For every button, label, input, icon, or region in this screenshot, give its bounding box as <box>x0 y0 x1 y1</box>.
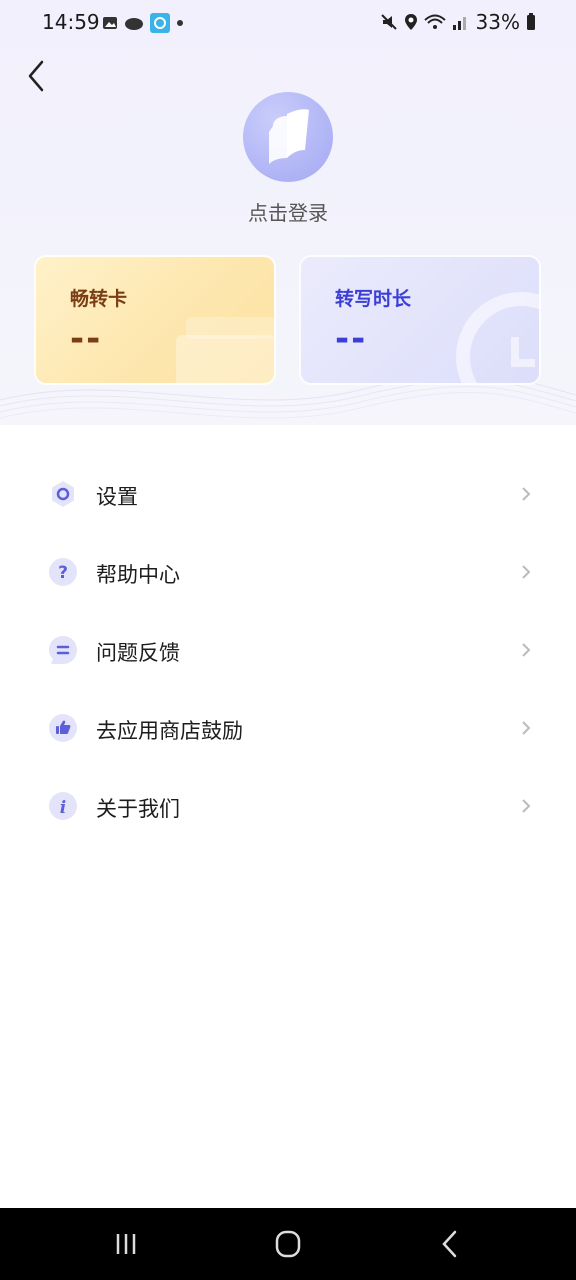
home-button[interactable] <box>268 1226 308 1262</box>
avatar[interactable] <box>243 92 333 182</box>
mute-icon <box>380 14 397 30</box>
settings-icon <box>52 481 74 507</box>
notification-icons <box>102 13 184 33</box>
system-nav-bar <box>0 1208 576 1280</box>
system-indicators: 33% <box>380 10 536 34</box>
menu-item-rate-app[interactable]: 去应用商店鼓励 <box>0 689 576 767</box>
cloud-icon <box>125 18 143 30</box>
nav-back-button[interactable] <box>430 1226 470 1262</box>
battery-percent: 33% <box>475 10 520 34</box>
chevron-right-icon <box>522 643 531 657</box>
menu-item-about[interactable]: i 关于我们 <box>0 767 576 845</box>
signal-icon <box>452 17 466 30</box>
app-logo-icon <box>269 109 309 164</box>
menu-item-feedback[interactable]: 问题反馈 <box>0 611 576 689</box>
recent-apps-button[interactable] <box>106 1226 146 1262</box>
menu-item-label: 关于我们 <box>96 797 180 821</box>
back-button[interactable] <box>22 58 52 94</box>
card-title: 畅转卡 <box>70 288 128 310</box>
chevron-right-icon <box>522 487 531 501</box>
status-time: 14:59 <box>42 10 100 34</box>
thumbs-up-icon <box>49 714 77 742</box>
settings-menu: 设置 ? 帮助中心 问题反馈 去应用商店鼓励 i 关于我们 <box>0 455 576 845</box>
login-link[interactable]: 点击登录 <box>0 197 576 226</box>
card-value: -- <box>70 319 103 359</box>
menu-item-settings[interactable]: 设置 <box>0 455 576 533</box>
location-icon <box>404 14 417 30</box>
gallery-icon <box>103 17 117 29</box>
info-icon: i <box>49 792 77 820</box>
chevron-right-icon <box>522 799 531 813</box>
menu-item-label: 帮助中心 <box>96 563 180 587</box>
transcribe-duration-card[interactable]: 转写时长 -- <box>299 255 541 385</box>
battery-icon <box>527 13 535 30</box>
help-icon: ? <box>49 558 77 586</box>
status-bar: 14:59 33% <box>0 0 576 48</box>
wifi-icon <box>423 14 446 29</box>
svg-text:i: i <box>60 798 66 818</box>
smooth-card[interactable]: 畅转卡 -- <box>34 255 276 385</box>
menu-item-label: 设置 <box>96 485 138 509</box>
chevron-right-icon <box>522 565 531 579</box>
chevron-right-icon <box>522 721 531 735</box>
menu-item-label: 去应用商店鼓励 <box>96 719 243 743</box>
svg-text:?: ? <box>58 563 68 583</box>
app-icon <box>150 13 170 33</box>
card-value: -- <box>335 319 368 359</box>
feedback-icon <box>49 636 77 664</box>
menu-item-label: 问题反馈 <box>96 641 180 665</box>
card-title: 转写时长 <box>335 288 412 310</box>
dot-icon <box>177 20 183 26</box>
menu-item-help[interactable]: ? 帮助中心 <box>0 533 576 611</box>
